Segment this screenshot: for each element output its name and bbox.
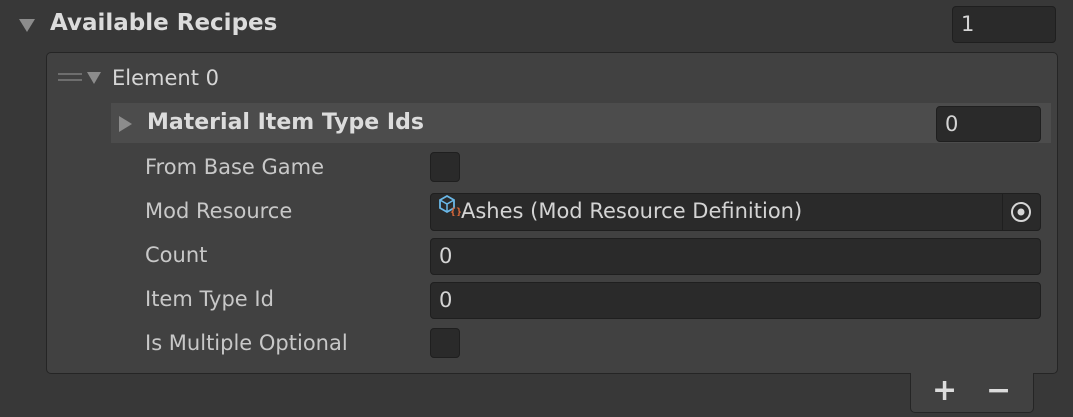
available-recipes-foldout-arrow-icon[interactable] <box>19 19 35 32</box>
count-label: Count <box>145 243 208 267</box>
is-multiple-optional-checkbox[interactable] <box>430 328 460 358</box>
is-multiple-optional-label: Is Multiple Optional <box>145 331 348 355</box>
object-picker-target-icon[interactable] <box>1002 194 1040 230</box>
material-item-type-ids-label[interactable]: Material Item Type Ids <box>147 110 424 135</box>
from-base-game-label: From Base Game <box>145 155 325 179</box>
element-0-label[interactable]: Element 0 <box>112 66 219 90</box>
mod-resource-asset-icon: {} <box>437 194 462 225</box>
svg-text:{}: {} <box>450 207 461 216</box>
material-item-type-ids-size-field[interactable]: 0 <box>936 106 1041 142</box>
mod-resource-object-field[interactable]: {} Ashes (Mod Resource Definition) <box>430 193 1041 231</box>
drag-handle-icon[interactable] <box>58 73 82 83</box>
item-type-id-field[interactable]: 0 <box>430 282 1041 319</box>
mod-resource-value: Ashes (Mod Resource Definition) <box>461 199 803 223</box>
remove-element-button[interactable]: − <box>986 376 1011 406</box>
mod-resource-label: Mod Resource <box>145 199 293 223</box>
element-0-foldout-arrow-icon[interactable] <box>87 72 101 84</box>
count-field[interactable]: 0 <box>430 238 1041 275</box>
item-type-id-label: Item Type Id <box>145 287 274 311</box>
available-recipes-size-field[interactable]: 1 <box>952 6 1056 43</box>
material-item-type-ids-foldout-arrow-icon[interactable] <box>119 116 132 132</box>
from-base-game-checkbox[interactable] <box>430 152 460 182</box>
list-footer <box>910 373 1034 413</box>
add-element-button[interactable]: + <box>932 376 957 406</box>
available-recipes-label[interactable]: Available Recipes <box>50 10 277 36</box>
